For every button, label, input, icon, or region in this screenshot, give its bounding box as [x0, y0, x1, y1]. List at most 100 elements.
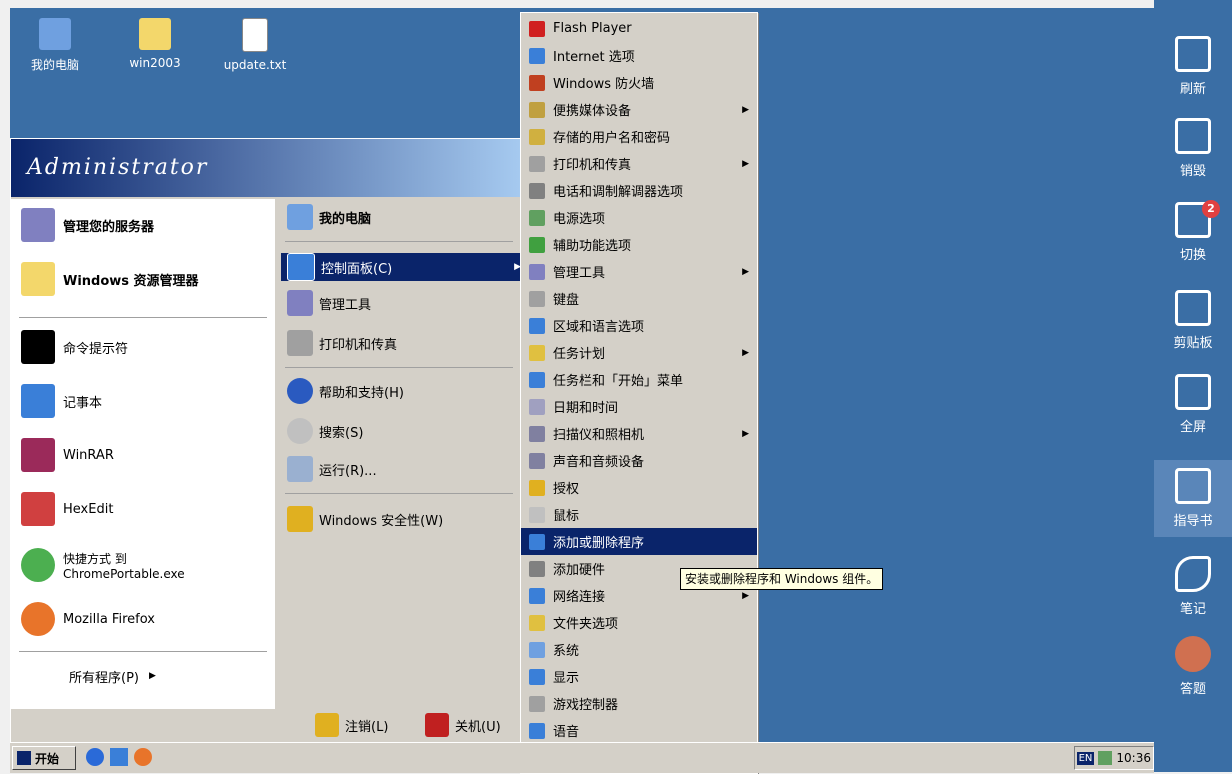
toolbar-label: 答题 — [1179, 682, 1206, 697]
cp-item[interactable]: Flash Player — [521, 15, 757, 42]
cp-item[interactable]: 任务计划 ▶ — [521, 339, 757, 366]
cp-item[interactable]: 辅助功能选项 — [521, 231, 757, 258]
menu-item-windows-explorer[interactable]: Windows 资源管理器 — [21, 259, 199, 299]
shutdown-button[interactable]: 关机(U) — [425, 713, 501, 737]
triangle-right-icon: ▶ — [742, 104, 749, 115]
menu-item-manage-server[interactable]: 管理您的服务器 — [21, 205, 154, 245]
cp-item-icon — [529, 668, 545, 685]
cp-item[interactable]: 电源选项 — [521, 204, 757, 231]
cp-item[interactable]: 添加或删除程序 — [521, 528, 757, 555]
cp-item-icon — [529, 20, 545, 37]
control-panel-icon — [287, 253, 315, 281]
explorer-folder-icon — [21, 262, 55, 296]
triangle-right-icon: ▶ — [742, 266, 749, 277]
computer-icon — [39, 18, 71, 50]
answer-icon — [1175, 636, 1211, 672]
ie-icon[interactable] — [86, 748, 104, 766]
cp-item-icon — [529, 425, 545, 442]
firefox-icon[interactable] — [134, 748, 152, 766]
refresh-icon — [1175, 36, 1211, 72]
cp-item[interactable]: 打印机和传真 ▶ — [521, 150, 757, 177]
menu-item-hexedit[interactable]: HexEdit — [21, 489, 113, 529]
windows-logo-icon — [17, 751, 31, 765]
language-indicator[interactable]: EN — [1076, 751, 1095, 765]
cp-item-label: 任务栏和「开始」菜单 — [553, 374, 684, 389]
cp-item[interactable]: 日期和时间 — [521, 393, 757, 420]
toolbar-destroy-button[interactable]: 销毁 — [1154, 118, 1232, 179]
menu-item-label: HexEdit — [63, 501, 114, 517]
cp-item[interactable]: 显示 — [521, 663, 757, 690]
cp-item[interactable]: 管理工具 ▶ — [521, 258, 757, 285]
menu-item-all-programs[interactable]: 所有程序(P) ▶ — [69, 661, 156, 691]
desktop-icon-my-computer[interactable]: 我的电脑 — [10, 18, 100, 73]
desktop-icon-label: update.txt — [223, 58, 287, 72]
cp-item-icon — [529, 263, 545, 280]
taskbar: 开始 EN 10:36 — [10, 742, 1154, 773]
toolbar-answer-button[interactable]: 答题 — [1154, 636, 1232, 697]
cp-item[interactable]: Windows 防火墙 — [521, 69, 757, 96]
quick-launch — [86, 748, 152, 766]
winrar-icon — [21, 438, 55, 472]
cp-item[interactable]: 区域和语言选项 — [521, 312, 757, 339]
cp-item[interactable]: 声音和音频设备 — [521, 447, 757, 474]
menu-item-printers[interactable]: 打印机和传真 — [287, 329, 397, 357]
toolbar-guide-button[interactable]: 指导书 — [1154, 460, 1232, 537]
menu-item-admin-tools[interactable]: 管理工具 — [287, 289, 371, 317]
show-desktop-icon[interactable] — [110, 748, 128, 766]
cp-item[interactable]: 语音 — [521, 717, 757, 744]
cp-item-label: 添加或删除程序 — [553, 536, 645, 551]
menu-item-help[interactable]: 帮助和支持(H) — [287, 377, 404, 405]
desktop-icon-update-txt[interactable]: update.txt — [210, 18, 300, 72]
run-icon — [287, 456, 313, 482]
cp-item[interactable]: 系统 — [521, 636, 757, 663]
cp-item-icon — [529, 344, 545, 361]
toolbar-label: 全屏 — [1179, 420, 1206, 435]
cp-item[interactable]: 任务栏和「开始」菜单 — [521, 366, 757, 393]
toolbar-refresh-button[interactable]: 刷新 — [1154, 36, 1232, 97]
cp-item[interactable]: 存储的用户名和密码 — [521, 123, 757, 150]
menu-item-windows-security[interactable]: Windows 安全性(W) — [287, 505, 443, 533]
cp-item[interactable]: 鼠标 — [521, 501, 757, 528]
menu-item-command-prompt[interactable]: 命令提示符 — [21, 327, 128, 367]
start-menu-right-column: 我的电脑 控制面板(C) ▶ 管理工具 打印机和传真 帮助和支持(H) 搜索(S… — [277, 199, 527, 709]
menu-item-control-panel[interactable]: 控制面板(C) ▶ — [281, 253, 527, 281]
cp-item-label: 网络连接 — [553, 590, 606, 605]
menu-item-search[interactable]: 搜索(S) — [287, 417, 363, 445]
desktop-icon-win2003[interactable]: win2003 — [110, 18, 200, 70]
toolbar-fullscreen-button[interactable]: 全屏 — [1154, 374, 1232, 435]
menu-item-label: Mozilla Firefox — [63, 611, 155, 627]
cp-item[interactable]: 文件夹选项 — [521, 609, 757, 636]
cp-item-label: 语音 — [553, 725, 580, 740]
cp-item[interactable]: 游戏控制器 — [521, 690, 757, 717]
cp-item[interactable]: 授权 — [521, 474, 757, 501]
start-label: 开始 — [35, 751, 60, 766]
toolbar-clipboard-button[interactable]: 剪贴板 — [1154, 290, 1232, 351]
menu-item-notepad[interactable]: 记事本 — [21, 381, 102, 421]
menu-item-run[interactable]: 运行(R)... — [287, 455, 377, 483]
toolbar-label: 指导书 — [1173, 514, 1213, 529]
cp-item-icon — [529, 587, 545, 604]
separator — [285, 493, 513, 494]
menu-item-chrome-shortcut[interactable]: 快捷方式 到 ChromePortable.exe — [21, 543, 185, 587]
logoff-button[interactable]: 注销(L) — [315, 713, 388, 737]
server-icon — [21, 208, 55, 242]
cp-item[interactable]: 便携媒体设备 ▶ — [521, 96, 757, 123]
cp-item-label: 游戏控制器 — [553, 698, 619, 713]
network-icon[interactable] — [1098, 751, 1113, 765]
menu-item-winrar[interactable]: WinRAR — [21, 435, 114, 475]
cp-item[interactable]: 扫描仪和照相机 ▶ — [521, 420, 757, 447]
cp-item[interactable]: 电话和调制解调器选项 — [521, 177, 757, 204]
menu-item-label: 搜索(S) — [319, 425, 364, 441]
menu-item-firefox[interactable]: Mozilla Firefox — [21, 599, 155, 639]
cp-item[interactable]: 键盘 — [521, 285, 757, 312]
start-button[interactable]: 开始 — [12, 746, 76, 770]
cp-item[interactable]: Internet 选项 — [521, 42, 757, 69]
printer-icon — [287, 330, 313, 356]
menu-item-my-computer[interactable]: 我的电脑 — [287, 203, 371, 231]
toolbar-notes-button[interactable]: 笔记 — [1154, 556, 1232, 617]
cp-item-label: Windows 防火墙 — [553, 77, 655, 92]
cp-item-icon — [529, 533, 545, 550]
cp-item-icon — [529, 506, 545, 523]
toolbar-switch-button[interactable]: 2 切换 — [1154, 200, 1232, 263]
start-menu: Administrator 管理您的服务器 Windows 资源管理器 命令提示… — [10, 138, 527, 744]
